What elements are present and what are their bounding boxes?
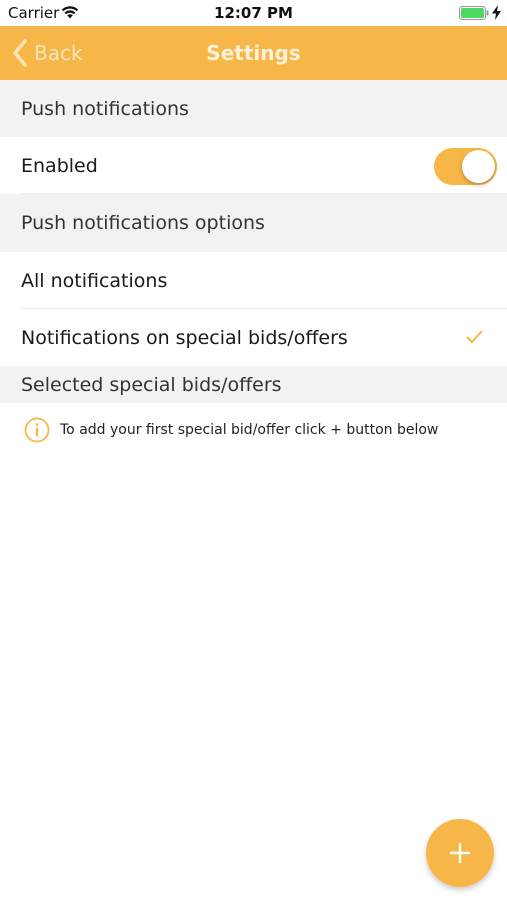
option-all-label: All notifications	[21, 269, 168, 292]
add-offer-button[interactable]	[426, 819, 494, 887]
option-special-notifications[interactable]: Notifications on special bids/offers	[0, 309, 507, 366]
section-header-notification-options: Push notifications options	[0, 194, 507, 252]
checkmark-icon	[466, 330, 483, 343]
enabled-label: Enabled	[21, 154, 98, 177]
section-header-selected-offers: Selected special bids/offers	[0, 366, 507, 403]
section-header-push-notifications: Push notifications	[0, 80, 507, 137]
back-button[interactable]: Back	[12, 26, 83, 80]
row-enabled: Enabled	[0, 137, 507, 194]
option-all-notifications[interactable]: All notifications	[0, 252, 507, 309]
plus-icon	[449, 842, 471, 864]
status-time: 12:07 PM	[214, 4, 293, 22]
back-label: Back	[34, 41, 83, 65]
enabled-toggle[interactable]	[434, 148, 497, 185]
battery-icon	[459, 6, 489, 20]
info-text: To add your first special bid/offer clic…	[60, 422, 439, 438]
option-special-label: Notifications on special bids/offers	[21, 326, 348, 349]
chevron-left-icon	[13, 39, 27, 67]
settings-screen: Carrier 12:07 PM Back Settings Push noti…	[0, 0, 507, 900]
toggle-knob	[462, 150, 495, 183]
empty-state-info: To add your first special bid/offer clic…	[0, 403, 507, 457]
navigation-bar: Back Settings	[0, 26, 507, 80]
info-icon	[24, 417, 50, 443]
status-bar: Carrier 12:07 PM	[0, 0, 507, 26]
bolt-icon	[492, 5, 501, 20]
